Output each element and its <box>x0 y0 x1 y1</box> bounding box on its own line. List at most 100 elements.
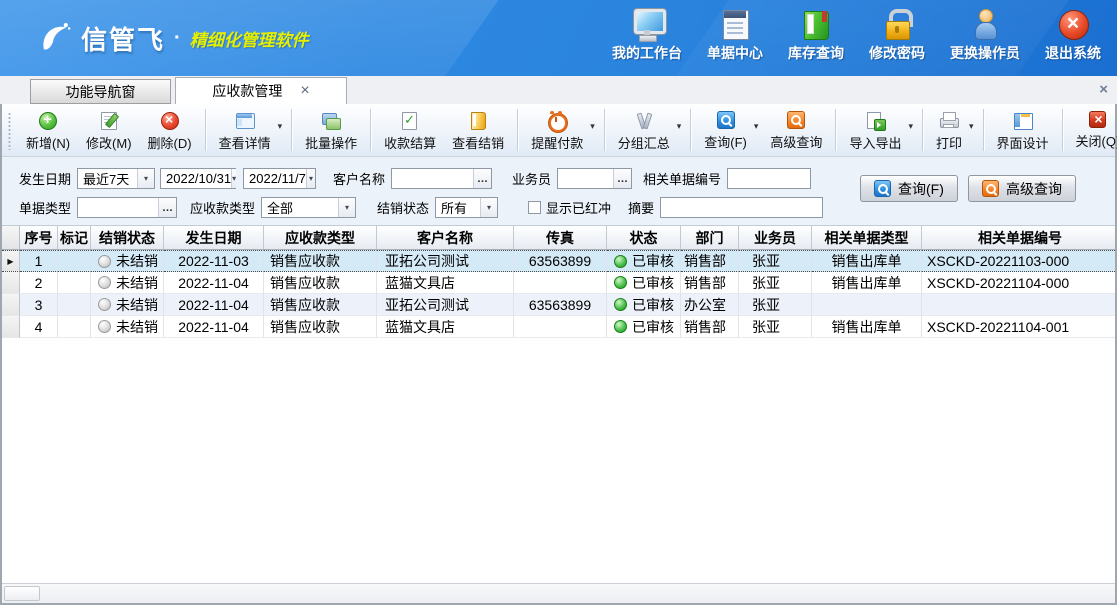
dropdown-caret-icon[interactable]: ▾ <box>677 121 682 132</box>
date-label: 发生日期 <box>19 169 71 188</box>
column-header-salesman[interactable]: 业务员 <box>739 226 812 249</box>
toolbar-close-button[interactable]: 关闭(Q) <box>1068 107 1117 153</box>
dropdown-caret-icon[interactable]: ▾ <box>754 121 759 132</box>
header-nav-inventory-query[interactable]: 库存查询 <box>788 9 844 63</box>
tabstrip: 功能导航窗 应收款管理 × × <box>0 76 1117 104</box>
tabstrip-close-icon[interactable]: × <box>1099 81 1108 98</box>
cell-doc_no: XSCKD-20221104-000 <box>922 272 1115 294</box>
column-header-status[interactable]: 状态 <box>607 226 681 249</box>
tab-close-icon[interactable]: × <box>300 83 309 99</box>
ellipsis-picker-icon[interactable]: … <box>473 169 491 188</box>
doc-no-input[interactable] <box>727 168 811 189</box>
table-row[interactable]: 3未结销2022-11-04销售应收款亚拓公司测试63563899已审核办公室张… <box>2 294 1115 316</box>
toolbar-ui-design-button[interactable]: 界面设计 <box>989 107 1057 153</box>
cell-status: 已审核 <box>607 250 681 272</box>
cell-text: 2 <box>35 275 43 291</box>
unsettled-status-icon <box>98 276 111 289</box>
header-nav-change-password[interactable]: 修改密码 <box>869 9 925 63</box>
header-nav-switch-operator[interactable]: 更换操作员 <box>950 9 1020 63</box>
settle-state-select[interactable]: 所有 ▾ <box>435 197 498 218</box>
table-row[interactable]: ▶1未结销2022-11-03销售应收款亚拓公司测试63563899已审核销售部… <box>2 250 1115 272</box>
toolbar-group-summary-button[interactable]: 分组汇总▾ <box>610 107 686 153</box>
table-row[interactable]: 4未结销2022-11-04销售应收款蓝猫文具店已审核销售部张亚销售出库单XSC… <box>2 316 1115 338</box>
column-header-fax[interactable]: 传真 <box>514 226 607 249</box>
chevron-down-icon[interactable]: ▾ <box>137 169 154 188</box>
toolbar-grip-handle[interactable] <box>7 112 13 150</box>
column-header-dept[interactable]: 部门 <box>681 226 739 249</box>
recv-type-select[interactable]: 全部 ▾ <box>261 197 356 218</box>
filter-row-2: 单据类型 … 应收款类型 全部 ▾ 结销状态 所有 ▾ 显示已红冲 摘要 <box>19 197 823 218</box>
show-red-checkbox[interactable] <box>528 201 541 214</box>
toolbar-print-button[interactable]: 打印▾ <box>928 107 978 153</box>
column-header-label: 结销状态 <box>99 228 155 248</box>
column-header-label: 业务员 <box>754 228 796 248</box>
summary-input[interactable] <box>660 197 823 218</box>
column-header-doc_type[interactable]: 相关单据类型 <box>812 226 922 249</box>
toolbar-import-export-button[interactable]: 导入导出▾ <box>841 107 917 153</box>
column-header-mark[interactable]: 标记 <box>58 226 91 249</box>
row-selector[interactable]: ▶ <box>2 250 20 272</box>
table-row[interactable]: 2未结销2022-11-04销售应收款蓝猫文具店已审核销售部张亚销售出库单XSC… <box>2 272 1115 294</box>
toolbar-button-label: 删除(D) <box>148 133 192 152</box>
column-header-customer[interactable]: 客户名称 <box>377 226 514 249</box>
header-nav-exit-system[interactable]: 退出系统 <box>1045 9 1101 63</box>
ellipsis-picker-icon[interactable]: … <box>158 198 176 217</box>
column-header-settle[interactable]: 结销状态 <box>91 226 164 249</box>
tab-receivables[interactable]: 应收款管理 × <box>175 77 347 104</box>
cell-text: 63563899 <box>529 297 591 313</box>
toolbar-receipt-settle-button[interactable]: 收款结算 <box>376 107 444 153</box>
toolbar-batch-ops-button[interactable]: 批量操作 <box>297 107 365 153</box>
cell-date: 2022-11-04 <box>164 316 264 338</box>
query-button[interactable]: 查询(F) <box>860 175 958 202</box>
column-header-date[interactable]: 发生日期 <box>164 226 264 249</box>
chevron-down-icon[interactable]: ▾ <box>306 169 315 188</box>
design-icon <box>1013 111 1033 130</box>
advanced-query-button[interactable]: 高级查询 <box>968 175 1076 202</box>
row-selector[interactable] <box>2 272 20 294</box>
toolbar-adv-query-button[interactable]: 高级查询 <box>762 107 830 153</box>
row-selector[interactable] <box>2 294 20 316</box>
toolbar-query-button[interactable]: 查询(F)▾ <box>696 107 762 153</box>
chevron-down-icon[interactable]: ▾ <box>338 198 355 217</box>
doc-type-input[interactable]: … <box>77 197 177 218</box>
toolbar-delete-button[interactable]: 删除(D) <box>140 107 200 153</box>
settle-state-value: 所有 <box>441 198 467 217</box>
toolbar-view-detail-button[interactable]: 查看详情▾ <box>211 107 287 153</box>
customer-input[interactable]: … <box>391 168 492 189</box>
toolbar-divider <box>922 109 923 151</box>
tab-function-nav[interactable]: 功能导航窗 <box>30 79 171 104</box>
column-header-doc_no[interactable]: 相关单据编号 <box>922 226 1115 249</box>
date-from-select[interactable]: 2022/10/31 ▾ <box>160 168 236 189</box>
header-nav-document-center[interactable]: 单据中心 <box>707 9 763 63</box>
header-nav-my-workbench[interactable]: 我的工作台 <box>612 9 682 63</box>
ellipsis-picker-icon[interactable]: … <box>613 169 631 188</box>
toolbar-view-settle-button[interactable]: 查看结销 <box>444 107 512 153</box>
cell-settle: 未结销 <box>91 316 164 338</box>
dropdown-caret-icon[interactable]: ▾ <box>590 121 595 132</box>
horizontal-scrollbar[interactable] <box>2 583 1115 603</box>
cell-text: 销售部 <box>684 273 726 293</box>
doc-type-label: 单据类型 <box>19 198 71 217</box>
row-selector[interactable] <box>2 316 20 338</box>
cell-text: 销售部 <box>684 251 726 271</box>
toolbar-remind-payment-button[interactable]: 提醒付款▾ <box>523 107 599 153</box>
document-list-icon <box>718 9 752 40</box>
column-header-type[interactable]: 应收款类型 <box>264 226 377 249</box>
chevron-down-icon[interactable]: ▾ <box>231 169 236 188</box>
chevron-down-icon[interactable]: ▾ <box>480 198 497 217</box>
date-range-select[interactable]: 最近7天 ▾ <box>77 168 155 189</box>
approved-status-icon <box>614 276 627 289</box>
dropdown-caret-icon[interactable]: ▾ <box>969 121 974 132</box>
toolbar-add-button[interactable]: 新增(N) <box>18 107 78 153</box>
dropdown-caret-icon[interactable]: ▾ <box>278 121 283 132</box>
cell-text: 蓝猫文具店 <box>385 317 455 337</box>
toolbar-divider <box>983 109 984 151</box>
scrollbar-thumb[interactable] <box>4 586 40 601</box>
toolbar-edit-button[interactable]: 修改(M) <box>78 107 140 153</box>
dropdown-caret-icon[interactable]: ▾ <box>908 121 913 132</box>
grid-header-row: 序号标记结销状态发生日期应收款类型客户名称传真状态部门业务员相关单据类型相关单据… <box>2 226 1115 250</box>
brand-separator: · <box>174 27 181 50</box>
date-to-select[interactable]: 2022/11/7 ▾ <box>243 168 316 189</box>
salesman-input[interactable]: … <box>557 168 632 189</box>
column-header-seq[interactable]: 序号 <box>20 226 58 249</box>
